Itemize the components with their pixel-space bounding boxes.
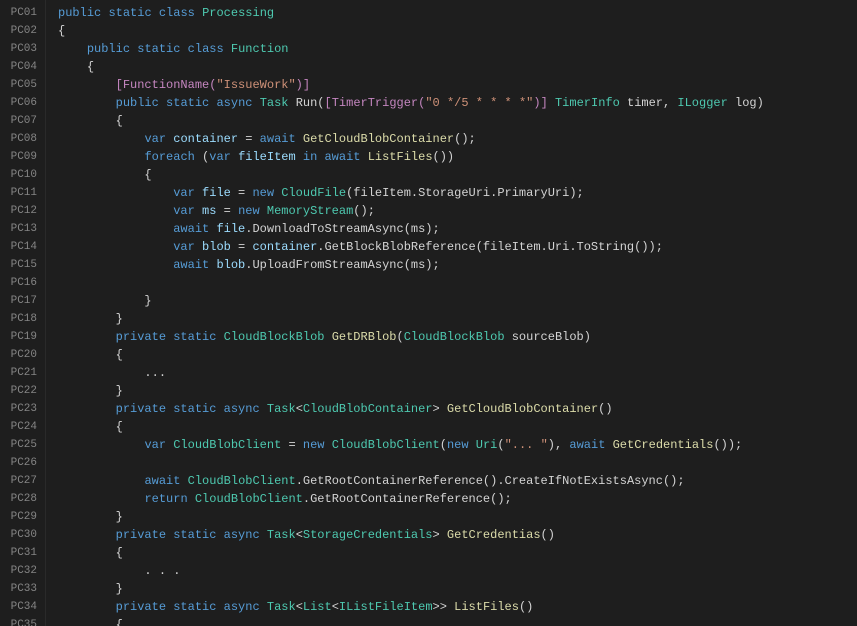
- line-number: PC34: [4, 598, 37, 616]
- line-number: PC02: [4, 22, 37, 40]
- line-number: PC35: [4, 616, 37, 626]
- line-number: PC01: [4, 4, 37, 22]
- line-number: PC20: [4, 346, 37, 364]
- code-line: [58, 274, 857, 292]
- code-line: }: [58, 580, 857, 598]
- code-line: {: [58, 112, 857, 130]
- code-line: [58, 454, 857, 472]
- line-number: PC14: [4, 238, 37, 256]
- code-line: {: [58, 346, 857, 364]
- line-number: PC24: [4, 418, 37, 436]
- code-line: {: [58, 418, 857, 436]
- code-line: public static class Function: [58, 40, 857, 58]
- code-line: [FunctionName("IssueWork")]: [58, 76, 857, 94]
- line-number: PC27: [4, 472, 37, 490]
- code-line: }: [58, 508, 857, 526]
- code-line: var file = new CloudFile(fileItem.Storag…: [58, 184, 857, 202]
- line-number: PC23: [4, 400, 37, 418]
- line-number: PC32: [4, 562, 37, 580]
- code-content: public static class Processing{ public s…: [46, 0, 857, 626]
- code-line: private static async Task<CloudBlobConta…: [58, 400, 857, 418]
- code-line: {: [58, 22, 857, 40]
- code-line: {: [58, 544, 857, 562]
- line-number: PC07: [4, 112, 37, 130]
- code-line: public static async Task Run([TimerTrigg…: [58, 94, 857, 112]
- line-number: PC29: [4, 508, 37, 526]
- line-number: PC33: [4, 580, 37, 598]
- line-number: PC22: [4, 382, 37, 400]
- line-number: PC31: [4, 544, 37, 562]
- line-number: PC16: [4, 274, 37, 292]
- code-line: var ms = new MemoryStream();: [58, 202, 857, 220]
- line-number: PC09: [4, 148, 37, 166]
- code-line: }: [58, 382, 857, 400]
- code-line: foreach (var fileItem in await ListFiles…: [58, 148, 857, 166]
- line-number: PC13: [4, 220, 37, 238]
- code-line: }: [58, 292, 857, 310]
- line-number: PC17: [4, 292, 37, 310]
- line-number: PC30: [4, 526, 37, 544]
- line-number: PC08: [4, 130, 37, 148]
- line-number: PC26: [4, 454, 37, 472]
- code-line: await blob.UploadFromStreamAsync(ms);: [58, 256, 857, 274]
- line-number: PC03: [4, 40, 37, 58]
- code-line: {: [58, 616, 857, 626]
- code-line: await file.DownloadToStreamAsync(ms);: [58, 220, 857, 238]
- line-number: PC06: [4, 94, 37, 112]
- code-editor: PC01PC02PC03PC04PC05PC06PC07PC08PC09PC10…: [0, 0, 857, 626]
- code-line: . . .: [58, 562, 857, 580]
- code-line: var blob = container.GetBlockBlobReferen…: [58, 238, 857, 256]
- code-line: var container = await GetCloudBlobContai…: [58, 130, 857, 148]
- line-number: PC05: [4, 76, 37, 94]
- code-line: ...: [58, 364, 857, 382]
- line-number: PC10: [4, 166, 37, 184]
- line-number: PC15: [4, 256, 37, 274]
- line-number: PC21: [4, 364, 37, 382]
- line-number: PC28: [4, 490, 37, 508]
- code-line: {: [58, 166, 857, 184]
- line-number: PC11: [4, 184, 37, 202]
- code-line: {: [58, 58, 857, 76]
- line-number: PC12: [4, 202, 37, 220]
- code-line: public static class Processing: [58, 4, 857, 22]
- code-line: return CloudBlobClient.GetRootContainerR…: [58, 490, 857, 508]
- line-number: PC04: [4, 58, 37, 76]
- code-line: await CloudBlobClient.GetRootContainerRe…: [58, 472, 857, 490]
- line-number: PC18: [4, 310, 37, 328]
- code-line: var CloudBlobClient = new CloudBlobClien…: [58, 436, 857, 454]
- code-line: private static async Task<List<IListFile…: [58, 598, 857, 616]
- line-number: PC25: [4, 436, 37, 454]
- code-line: private static async Task<StorageCredent…: [58, 526, 857, 544]
- code-line: private static CloudBlockBlob GetDRBlob(…: [58, 328, 857, 346]
- code-line: }: [58, 310, 857, 328]
- line-numbers: PC01PC02PC03PC04PC05PC06PC07PC08PC09PC10…: [0, 0, 46, 626]
- line-number: PC19: [4, 328, 37, 346]
